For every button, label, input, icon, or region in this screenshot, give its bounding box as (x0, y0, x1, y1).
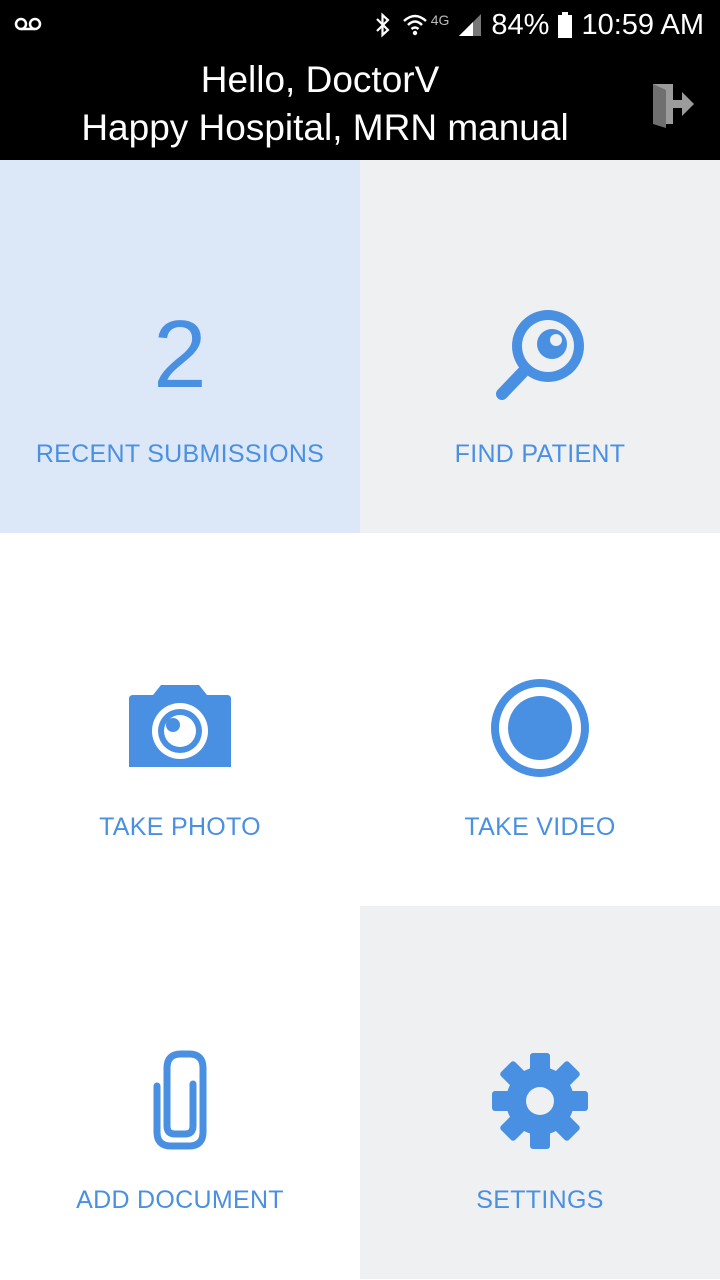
add-document-tile[interactable]: ADD DOCUMENT (0, 906, 360, 1279)
greeting-text: Hello, DoctorV (200, 59, 440, 100)
camera-icon (129, 685, 231, 767)
recent-submissions-label: RECENT SUBMISSIONS (35, 440, 325, 468)
take-video-tile[interactable]: TAKE VIDEO (360, 533, 720, 906)
find-patient-tile[interactable]: FIND PATIENT (360, 160, 720, 533)
battery-icon (557, 11, 573, 39)
take-photo-label: TAKE PHOTO (99, 813, 261, 841)
logout-button[interactable] (644, 76, 700, 132)
hospital-text: Happy Hospital, MRN manual (81, 107, 569, 148)
wifi-icon (401, 11, 429, 39)
recent-submissions-count: 2 (153, 301, 207, 408)
status-bar: 4G 84% 10:59 AM (0, 0, 720, 50)
search-icon (496, 310, 584, 400)
gear-icon (492, 1053, 588, 1149)
battery-percent: 84% (491, 8, 550, 41)
take-photo-tile[interactable]: TAKE PHOTO (0, 533, 360, 906)
signal-icon (457, 12, 483, 38)
logout-icon (653, 84, 694, 128)
clock: 10:59 AM (581, 8, 704, 41)
app-header: Hello, DoctorV Happy Hospital, MRN manua… (0, 50, 720, 160)
settings-tile[interactable]: SETTINGS (360, 906, 720, 1279)
record-icon (491, 679, 589, 777)
take-video-label: TAKE VIDEO (464, 813, 616, 841)
settings-label: SETTINGS (476, 1186, 604, 1214)
network-type: 4G (430, 12, 450, 28)
add-document-label: ADD DOCUMENT (76, 1186, 284, 1214)
bluetooth-icon (373, 11, 393, 39)
find-patient-label: FIND PATIENT (454, 440, 626, 468)
voicemail-icon (14, 12, 42, 36)
recent-submissions-tile[interactable]: 2 RECENT SUBMISSIONS (0, 160, 360, 533)
paperclip-icon (153, 1050, 207, 1150)
